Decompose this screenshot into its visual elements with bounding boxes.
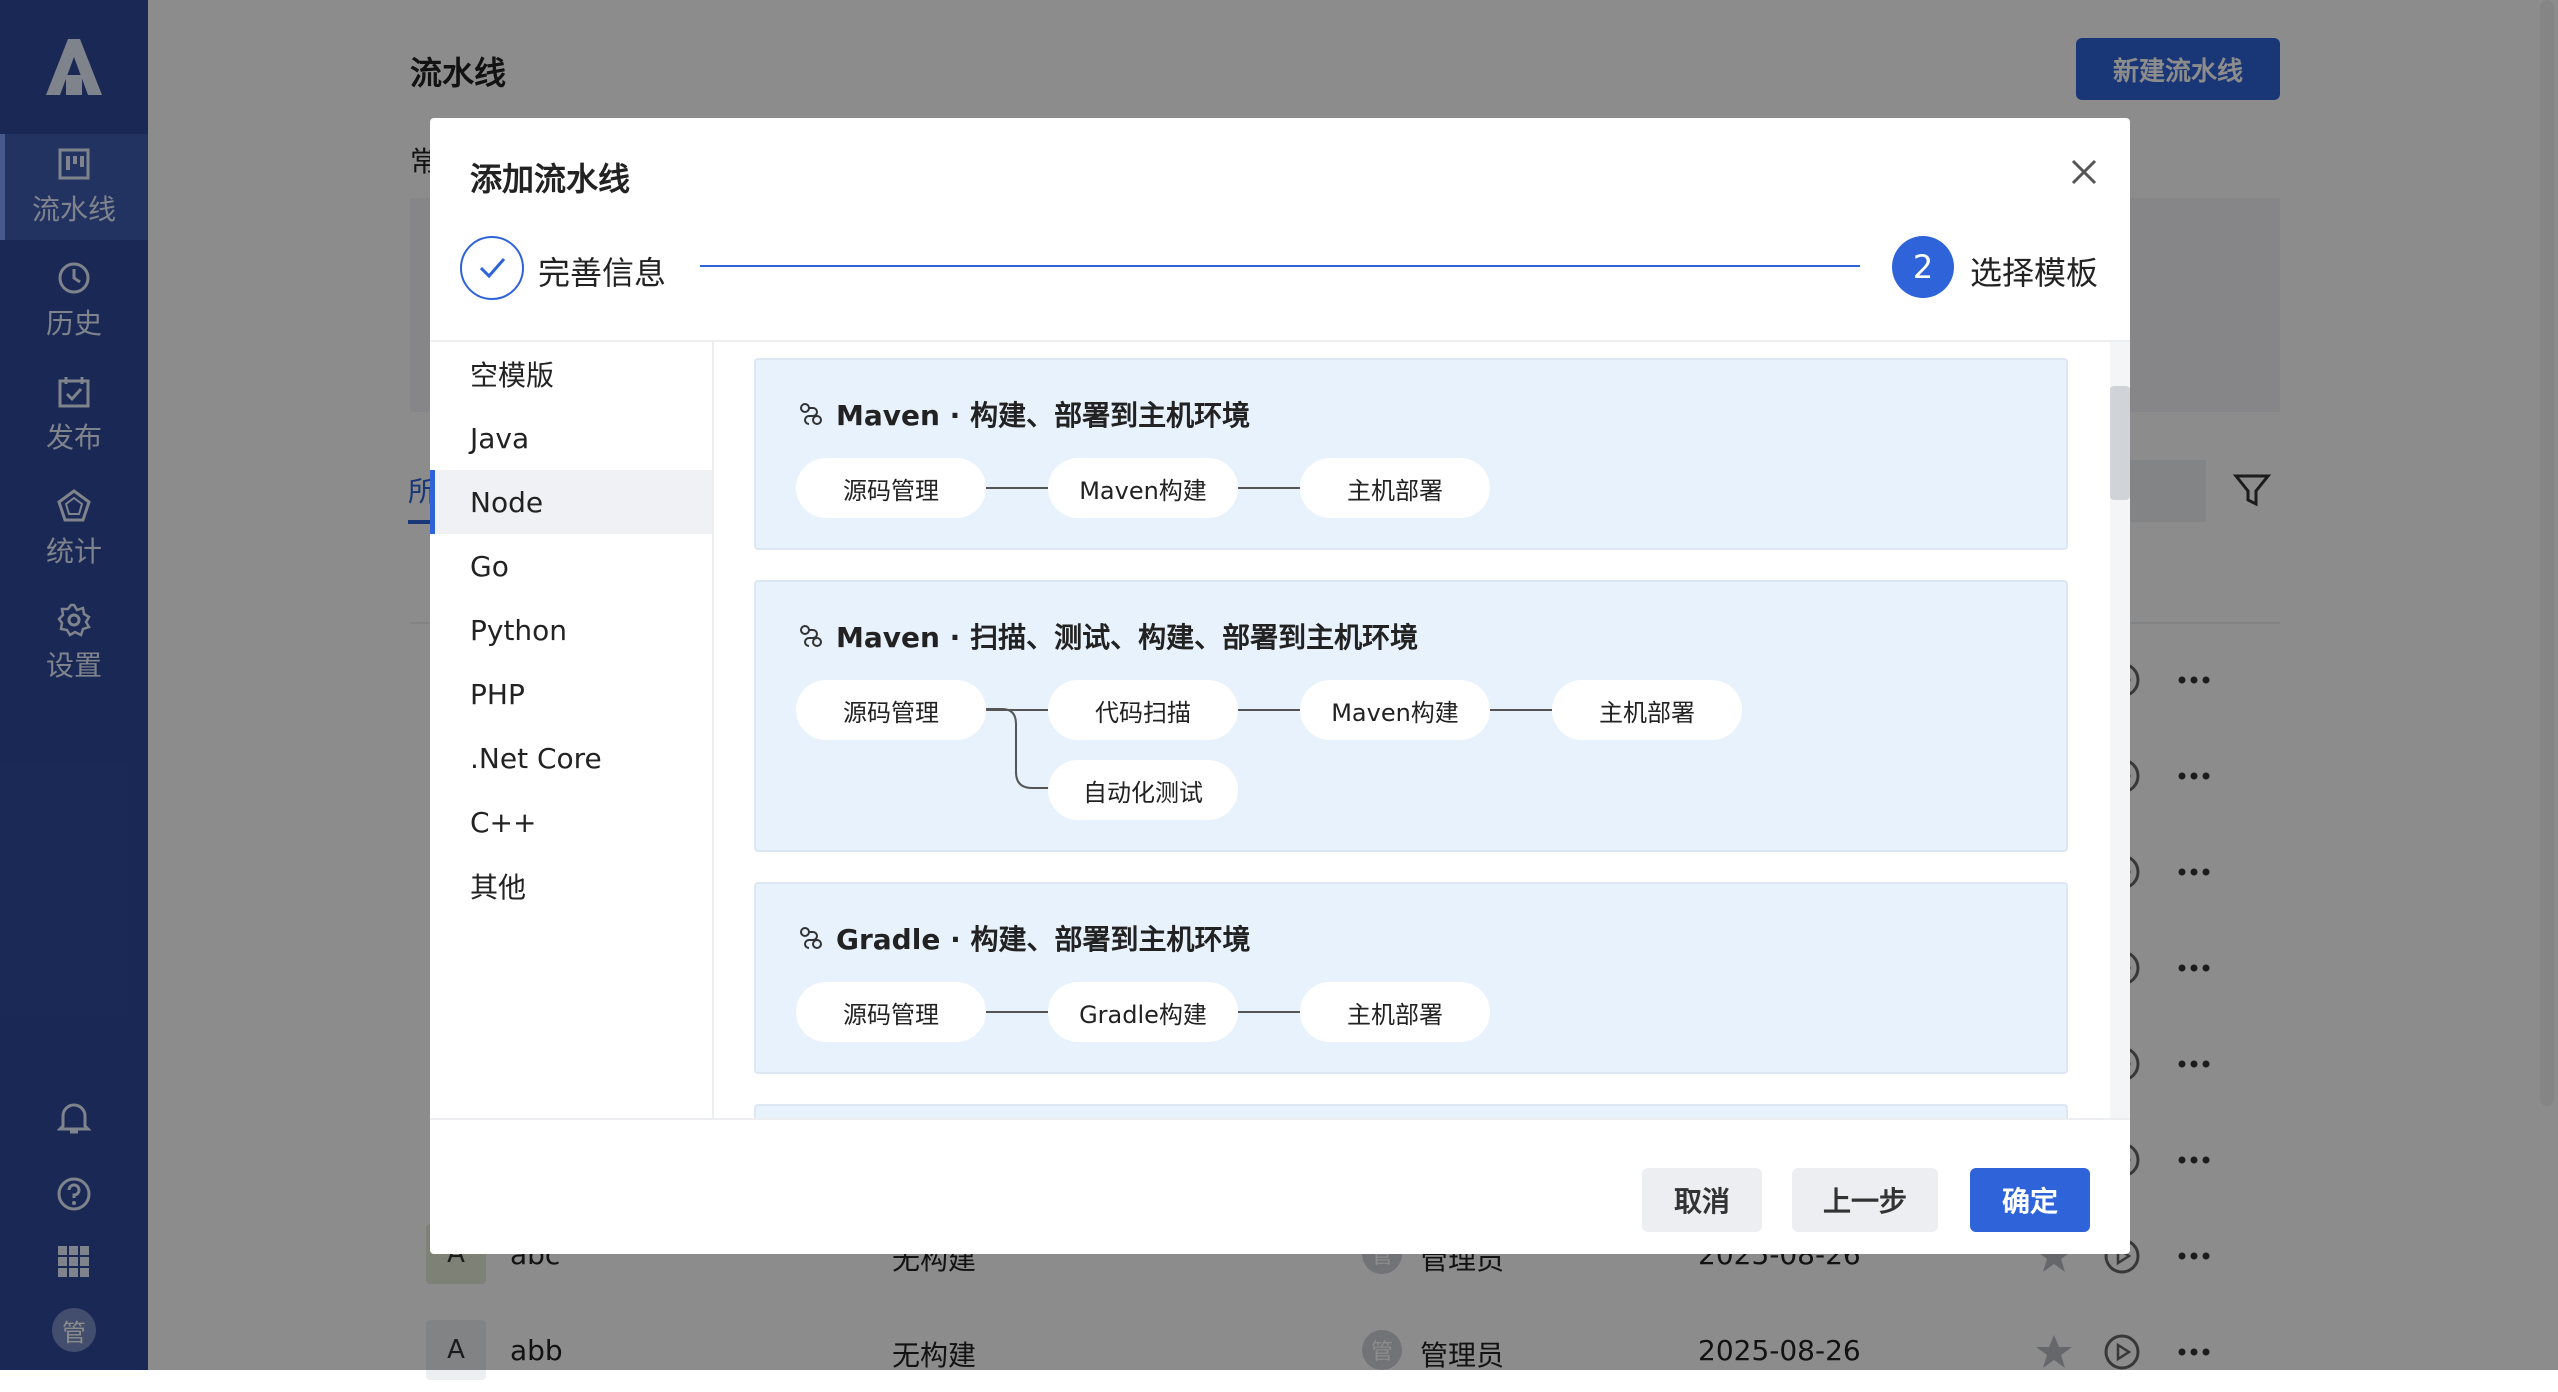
template-card-maven-deploy[interactable]: Maven · 构建、部署到主机环境 源码管理 Maven构建 主机部署: [754, 358, 2068, 550]
flow-connector: [1490, 709, 1552, 711]
step-done-indicator: [460, 236, 524, 300]
category-php[interactable]: PHP: [430, 662, 712, 726]
flow-node: 主机部署: [1552, 680, 1742, 740]
flow-connector: [1238, 487, 1300, 489]
step-2-label: 选择模板: [1970, 254, 2099, 292]
template-list: Maven · 构建、部署到主机环境 源码管理 Maven构建 主机部署 Mav…: [714, 342, 2110, 1118]
flow-connector: [1238, 709, 1300, 711]
check-icon: [479, 258, 506, 279]
flow-connector: [1238, 1011, 1300, 1013]
template-title: Maven · 扫描、测试、构建、部署到主机环境: [798, 616, 1418, 656]
flow-connector: [986, 1011, 1048, 1013]
template-title-text: Gradle · 构建、部署到主机环境: [836, 923, 1251, 956]
prev-step-button[interactable]: 上一步: [1792, 1168, 1938, 1232]
flow-node: Maven构建: [1300, 680, 1490, 740]
flow-node: 代码扫描: [1048, 680, 1238, 740]
step-2-indicator: 2: [1892, 236, 1954, 298]
category-java[interactable]: Java: [430, 406, 712, 470]
template-title: Gradle · 构建、部署到主机环境: [798, 918, 1250, 958]
template-title: Maven · 构建、部署到主机环境: [798, 394, 1250, 434]
flow-node: 源码管理: [796, 680, 986, 740]
template-title-text: Maven · 扫描、测试、构建、部署到主机环境: [836, 621, 1419, 654]
category-cpp[interactable]: C++: [430, 790, 712, 854]
template-scrollbar[interactable]: [2110, 386, 2130, 500]
template-category-list: 空模版 Java Node Go Python PHP .Net Core C+…: [430, 342, 714, 1118]
app-root: 流水线 历史 发布 统计 设置 管 流水线 新建流水线 常 所 A abc 无构…: [0, 0, 2558, 1380]
flow-icon: [800, 625, 822, 647]
flow-node: 自动化测试: [1048, 760, 1238, 820]
category-node[interactable]: Node: [430, 470, 712, 534]
flow-branch-connector: [986, 708, 1050, 789]
flow-node: 主机部署: [1300, 982, 1490, 1042]
template-card-gradle-deploy[interactable]: Gradle · 构建、部署到主机环境 源码管理 Gradle构建 主机部署: [754, 882, 2068, 1074]
flow-node: Gradle构建: [1048, 982, 1238, 1042]
flow-connector: [986, 487, 1048, 489]
template-card-partial[interactable]: [754, 1104, 2068, 1118]
close-icon[interactable]: [2064, 152, 2104, 192]
category-other[interactable]: 其他: [430, 854, 712, 918]
flow-node: 主机部署: [1300, 458, 1490, 518]
flow-icon: [800, 403, 822, 425]
page-scrollbar[interactable]: [2540, 0, 2554, 1106]
flow-node: Maven构建: [1048, 458, 1238, 518]
dialog-footer-divider: [430, 1118, 2130, 1120]
add-pipeline-dialog: 添加流水线 完善信息 2 选择模板 空模版 Java Node Go Pytho…: [430, 118, 2130, 1254]
flow-node: 源码管理: [796, 982, 986, 1042]
confirm-button[interactable]: 确定: [1970, 1168, 2090, 1232]
dialog-title: 添加流水线: [470, 160, 631, 198]
template-card-maven-scan-test[interactable]: Maven · 扫描、测试、构建、部署到主机环境 源码管理 代码扫描 Maven…: [754, 580, 2068, 852]
category-empty[interactable]: 空模版: [430, 342, 712, 406]
step-1-label: 完善信息: [538, 254, 667, 292]
flow-node: 源码管理: [796, 458, 986, 518]
category-go[interactable]: Go: [430, 534, 712, 598]
template-title-text: Maven · 构建、部署到主机环境: [836, 399, 1251, 432]
category-dotnet-core[interactable]: .Net Core: [430, 726, 712, 790]
cancel-button[interactable]: 取消: [1642, 1168, 1762, 1232]
category-python[interactable]: Python: [430, 598, 712, 662]
flow-icon: [800, 927, 822, 949]
step-connector: [700, 265, 1860, 267]
